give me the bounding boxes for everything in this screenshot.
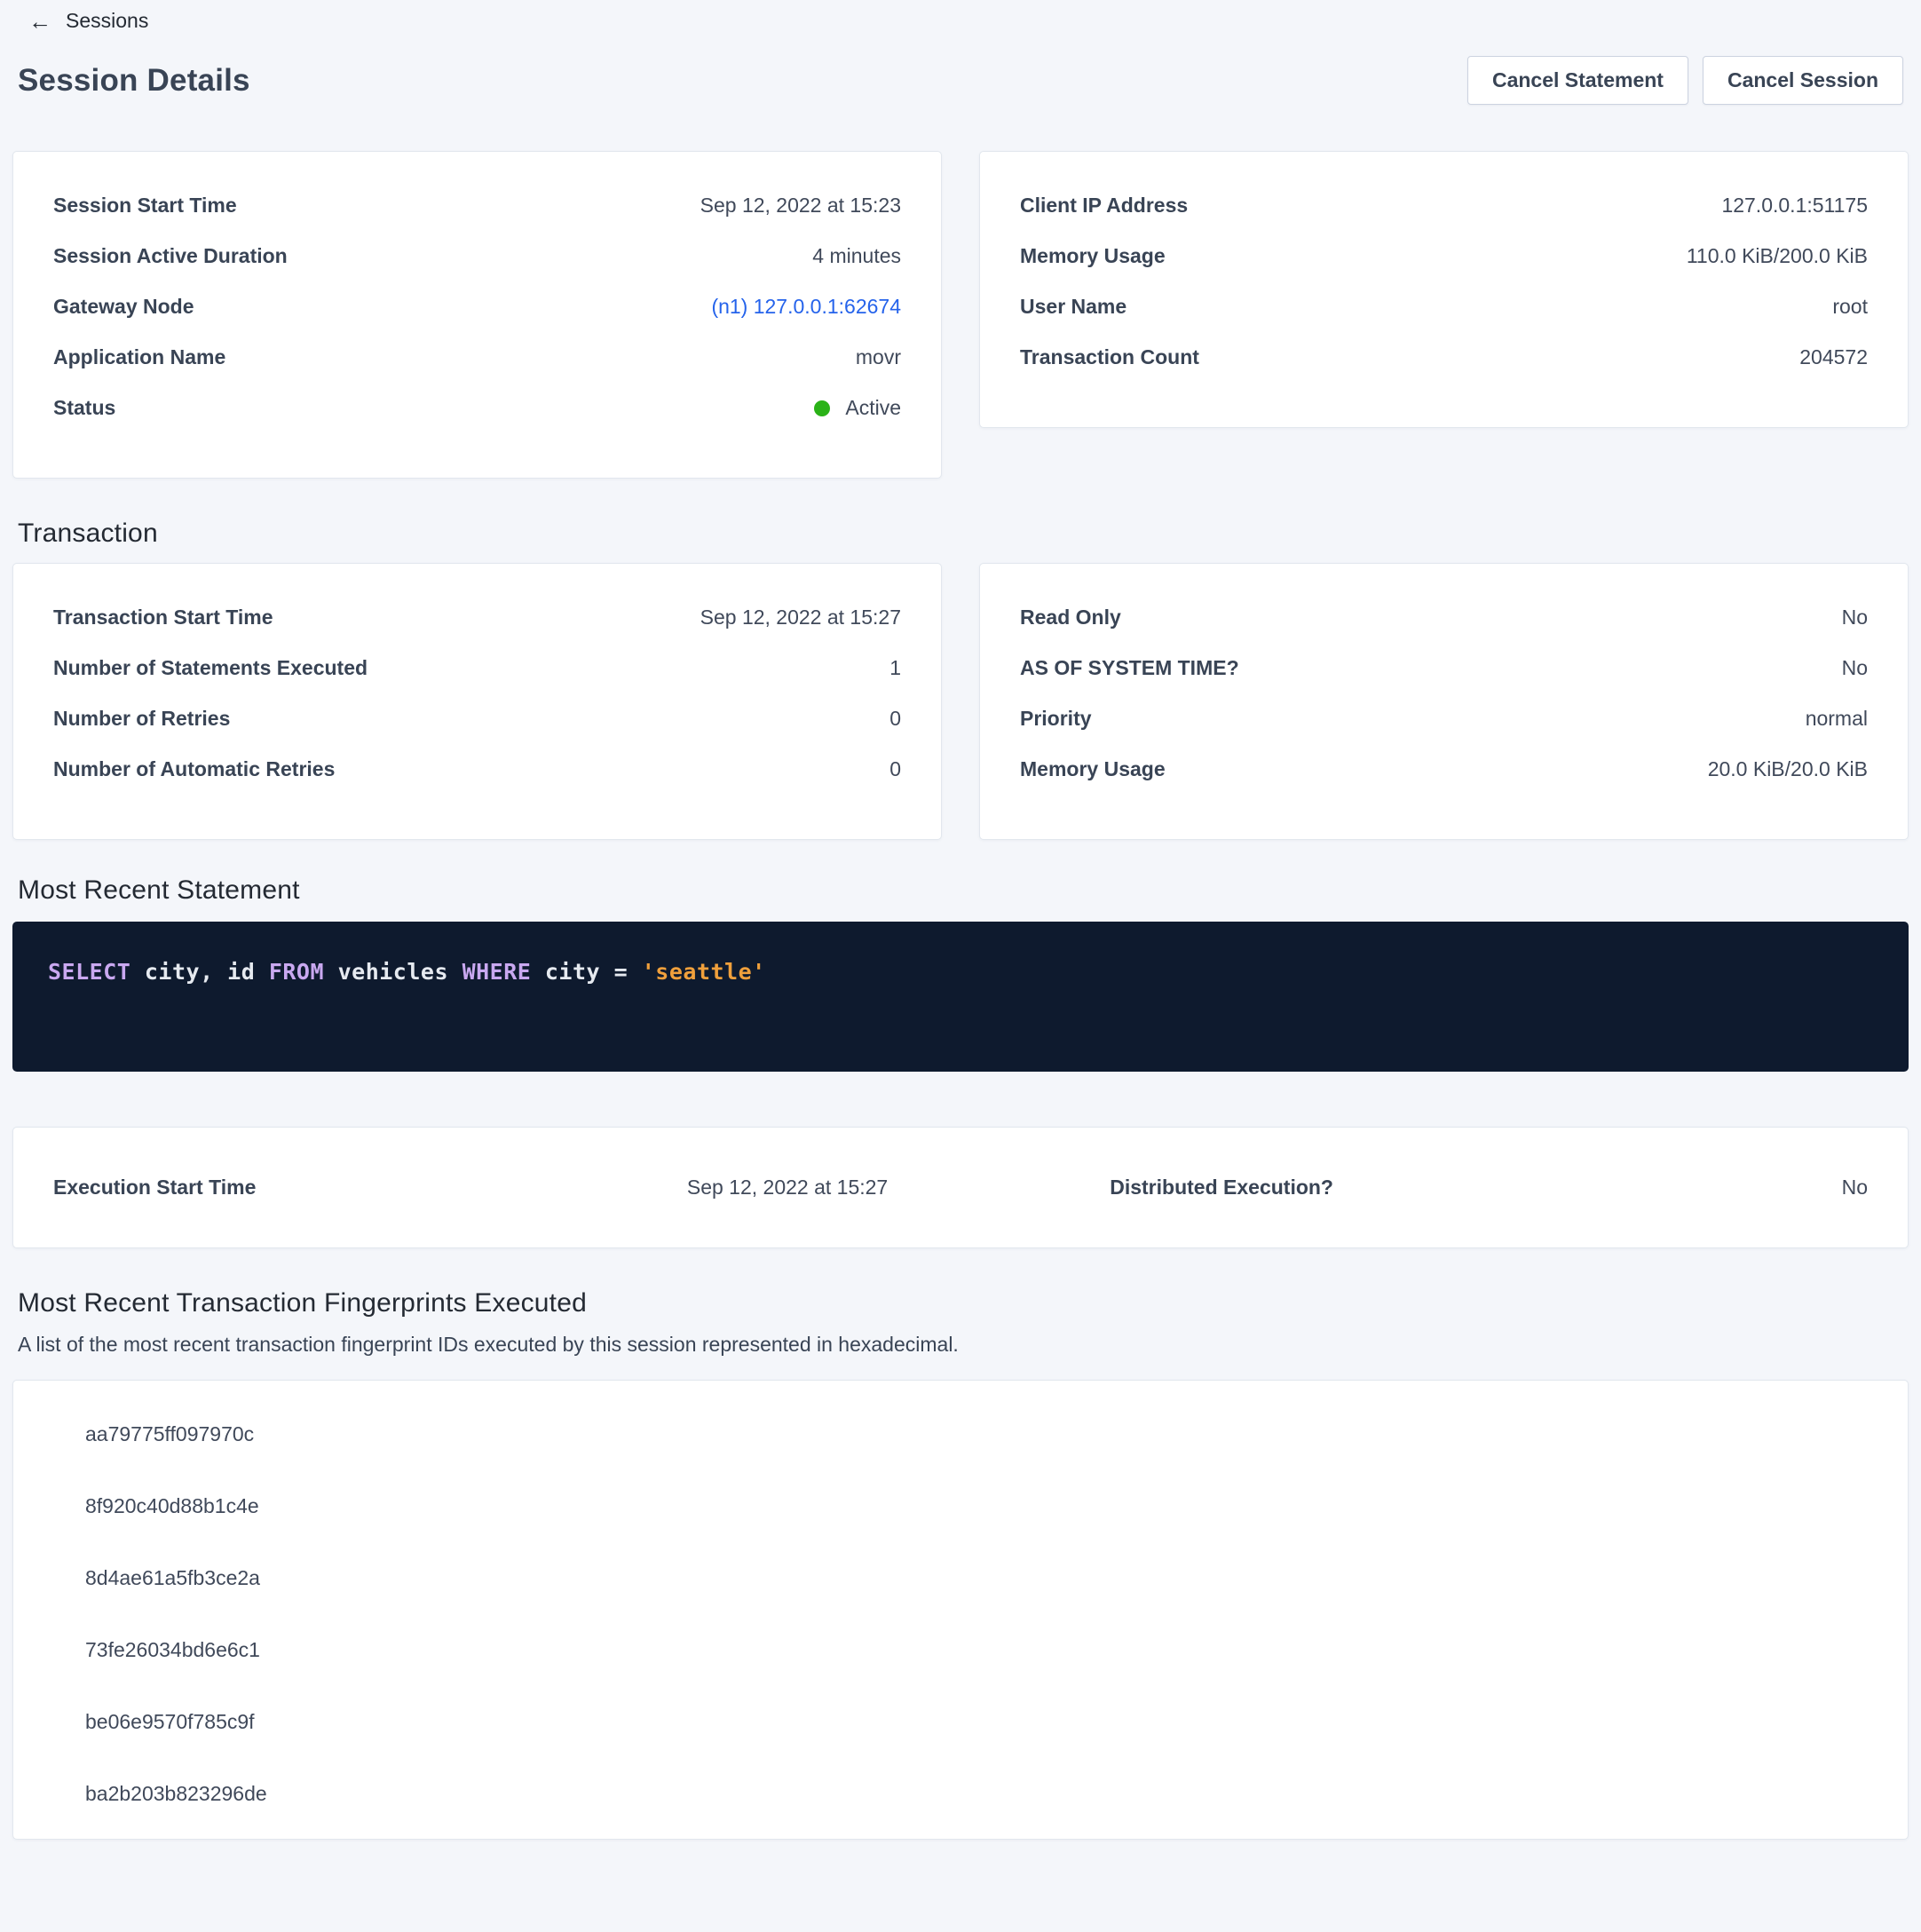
row-value: 1 (889, 656, 901, 680)
row-label: Read Only (1020, 606, 1121, 629)
page-header: Session Details Cancel Statement Cancel … (18, 56, 1903, 105)
back-arrow-icon[interactable]: ← (28, 10, 51, 33)
row-value: No (1842, 606, 1868, 629)
table-row: Client IP Address 127.0.0.1:51175 (1020, 180, 1868, 231)
sql-keyword: WHERE (462, 959, 532, 985)
row-value: 204572 (1799, 345, 1868, 369)
row-value: root (1832, 295, 1868, 319)
fingerprint-item: 8d4ae61a5fb3ce2a (53, 1542, 1868, 1614)
session-summary-card-left: Session Start Time Sep 12, 2022 at 15:23… (12, 151, 942, 479)
sql-text: city, id (130, 959, 269, 985)
transaction-section-heading: Transaction (18, 519, 1909, 549)
row-label: Number of Retries (53, 707, 230, 731)
fingerprint-item: be06e9570f785c9f (53, 1686, 1868, 1758)
session-summary-section: Session Start Time Sep 12, 2022 at 15:23… (12, 151, 1909, 479)
row-value: 4 minutes (812, 244, 901, 268)
row-label: Transaction Count (1020, 345, 1199, 369)
row-value: 0 (889, 707, 901, 731)
status-text: Active (845, 396, 901, 420)
sql-keyword: FROM (269, 959, 324, 985)
row-label: Transaction Start Time (53, 606, 273, 629)
row-label: Number of Statements Executed (53, 656, 368, 680)
cancel-session-button[interactable]: Cancel Session (1703, 56, 1903, 105)
fingerprint-item: 73fe26034bd6e6c1 (53, 1614, 1868, 1686)
row-label: Memory Usage (1020, 244, 1166, 268)
session-details-page: ← Sessions Session Details Cancel Statem… (0, 0, 1921, 1840)
header-actions: Cancel Statement Cancel Session (1467, 56, 1903, 105)
execution-card: Execution Start Time Sep 12, 2022 at 15:… (12, 1127, 1909, 1248)
row-label: Gateway Node (53, 295, 194, 319)
table-row: Session Start Time Sep 12, 2022 at 15:23 (53, 180, 901, 231)
gateway-node-link[interactable]: (n1) 127.0.0.1:62674 (711, 295, 901, 319)
table-row: Priority normal (1020, 693, 1868, 744)
row-label: Session Start Time (53, 194, 237, 218)
row-label: AS OF SYSTEM TIME? (1020, 656, 1239, 680)
transaction-card-right: Read Only No AS OF SYSTEM TIME? No Prior… (979, 563, 1909, 840)
row-value: No (1842, 1176, 1868, 1200)
fingerprint-item: ba2b203b823296de (53, 1758, 1868, 1830)
status-badge: Active (814, 396, 901, 420)
row-label: User Name (1020, 295, 1127, 319)
table-row: Memory Usage 20.0 KiB/20.0 KiB (1020, 744, 1868, 795)
transaction-section: Transaction Start Time Sep 12, 2022 at 1… (12, 563, 1909, 840)
table-row: Distributed Execution? No (888, 1176, 1868, 1200)
table-row: Number of Statements Executed 1 (53, 643, 901, 693)
sql-statement-box: SELECT city, id FROM vehicles WHERE city… (12, 922, 1909, 1072)
row-value: 20.0 KiB/20.0 KiB (1708, 757, 1868, 781)
status-active-dot (814, 400, 830, 416)
row-value: Sep 12, 2022 at 15:23 (700, 194, 901, 218)
row-label: Session Active Duration (53, 244, 288, 268)
row-label: Number of Automatic Retries (53, 757, 335, 781)
table-row: Transaction Start Time Sep 12, 2022 at 1… (53, 592, 901, 643)
row-label: Priority (1020, 707, 1092, 731)
row-value: movr (856, 345, 901, 369)
fingerprint-item: 8f920c40d88b1c4e (53, 1470, 1868, 1542)
sql-text: vehicles (324, 959, 462, 985)
row-label: Execution Start Time (53, 1176, 256, 1200)
table-row: Status Active (53, 383, 901, 433)
table-row: Execution Start Time Sep 12, 2022 at 15:… (53, 1176, 888, 1200)
sql-string-literal: 'seattle' (642, 959, 766, 985)
sql-text: city = (531, 959, 641, 985)
row-label: Client IP Address (1020, 194, 1188, 218)
fingerprint-item: aa79775ff097970c (53, 1398, 1868, 1470)
row-value: 110.0 KiB/200.0 KiB (1687, 244, 1868, 268)
row-value: normal (1806, 707, 1868, 731)
row-value: No (1842, 656, 1868, 680)
transaction-card-left: Transaction Start Time Sep 12, 2022 at 1… (12, 563, 942, 840)
row-label: Status (53, 396, 115, 420)
table-row: Application Name movr (53, 332, 901, 383)
row-value: 0 (889, 757, 901, 781)
row-value: 127.0.0.1:51175 (1721, 194, 1868, 218)
table-row: Read Only No (1020, 592, 1868, 643)
sql-statement-text: SELECT city, id FROM vehicles WHERE city… (48, 959, 1873, 985)
table-row: Number of Automatic Retries 0 (53, 744, 901, 795)
row-value: Sep 12, 2022 at 15:27 (700, 606, 901, 629)
page-title: Session Details (18, 63, 250, 99)
breadcrumb-sessions-link[interactable]: Sessions (66, 9, 148, 33)
table-row: Transaction Count 204572 (1020, 332, 1868, 383)
cancel-statement-button[interactable]: Cancel Statement (1467, 56, 1688, 105)
table-row: Gateway Node (n1) 127.0.0.1:62674 (53, 281, 901, 332)
sql-keyword: SELECT (48, 959, 130, 985)
row-label: Application Name (53, 345, 225, 369)
row-value: Sep 12, 2022 at 15:27 (687, 1176, 888, 1200)
breadcrumb: ← Sessions (12, 0, 1909, 33)
table-row: Session Active Duration 4 minutes (53, 231, 901, 281)
fingerprints-card: aa79775ff097970c 8f920c40d88b1c4e 8d4ae6… (12, 1380, 1909, 1840)
row-label: Distributed Execution? (1110, 1176, 1333, 1200)
table-row: Memory Usage 110.0 KiB/200.0 KiB (1020, 231, 1868, 281)
table-row: Number of Retries 0 (53, 693, 901, 744)
fingerprints-section-heading: Most Recent Transaction Fingerprints Exe… (18, 1288, 1909, 1318)
row-label: Memory Usage (1020, 757, 1166, 781)
session-summary-card-right: Client IP Address 127.0.0.1:51175 Memory… (979, 151, 1909, 428)
fingerprints-description: A list of the most recent transaction fi… (18, 1333, 1909, 1357)
table-row: AS OF SYSTEM TIME? No (1020, 643, 1868, 693)
statement-section-heading: Most Recent Statement (18, 875, 1909, 906)
table-row: User Name root (1020, 281, 1868, 332)
